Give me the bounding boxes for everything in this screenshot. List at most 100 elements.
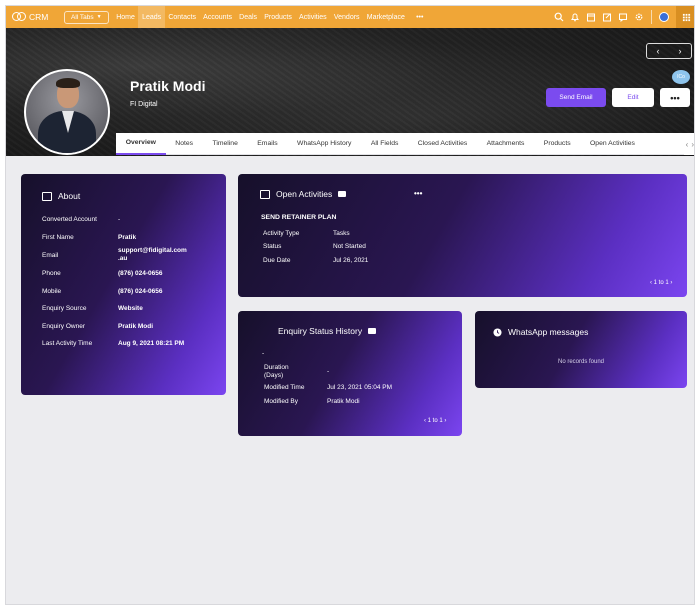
open-activities-page-range: 1 to 1: [653, 280, 669, 286]
more-actions-button[interactable]: •••: [660, 88, 690, 107]
edit-button[interactable]: Edit: [612, 88, 654, 107]
field-value-modified-time: Jul 23, 2021 05:04 PM: [327, 384, 393, 391]
nav-item-deals[interactable]: Deals: [236, 6, 261, 28]
main-nav: Home Leads Contacts Accounts Deals Produ…: [113, 6, 427, 28]
activity-fields: Activity Type Tasks Status Not Started D…: [263, 230, 463, 280]
next-record-button[interactable]: ›: [679, 46, 682, 56]
field-value-email-line2: .au: [118, 255, 128, 262]
field-value-mobile[interactable]: (876) 024-0656: [118, 288, 162, 295]
tab-all-fields[interactable]: All Fields: [361, 133, 408, 155]
nav-item-accounts[interactable]: Accounts: [200, 6, 236, 28]
field-value-enquiry-source: Website: [118, 305, 143, 312]
tab-closed-activities[interactable]: Closed Activities: [408, 133, 477, 155]
field-value-due-date: Jul 26, 2021: [333, 257, 369, 264]
calendar-icon[interactable]: [583, 6, 599, 28]
nav-item-leads[interactable]: Leads: [138, 6, 165, 28]
clock-icon: [493, 327, 502, 337]
tab-open-activities[interactable]: Open Activities: [580, 133, 644, 155]
crm-window: CRM All Tabs ▼ Home Leads Contacts Accou…: [5, 5, 695, 605]
chevron-left-icon[interactable]: ‹: [424, 418, 426, 424]
duration-label-line1: Duration: [264, 364, 289, 371]
tab-scroll-right-button[interactable]: ›: [691, 140, 694, 149]
chevron-down-icon: ▼: [96, 14, 102, 20]
field-value-first-name: Pratik: [118, 234, 137, 241]
enquiry-status-title: Enquiry Status History: [278, 326, 363, 336]
app-name: CRM: [29, 12, 49, 22]
tab-timeline[interactable]: Timeline: [203, 133, 248, 155]
activity-title[interactable]: SEND RETAINER PLAN: [261, 214, 336, 221]
search-icon[interactable]: [551, 6, 567, 28]
field-label-enquiry-owner: Enquiry Owner: [42, 323, 85, 330]
record-tabs: Overview Notes Timeline Emails WhatsApp …: [116, 133, 694, 155]
field-value-status: Not Started: [333, 243, 366, 250]
previous-record-button[interactable]: ‹: [657, 46, 660, 56]
nav-item-vendors[interactable]: Vendors: [330, 6, 363, 28]
field-label-first-name: First Name: [42, 234, 74, 241]
chevron-right-icon[interactable]: ›: [670, 280, 672, 286]
calendar-icon: [260, 189, 270, 199]
nav-more-button[interactable]: •••: [412, 6, 427, 28]
enquiry-status-page-range: 1 to 1: [427, 418, 443, 424]
about-fields: Converted Account - First Name Pratik Em…: [42, 216, 222, 395]
chevron-left-icon[interactable]: ‹: [650, 280, 652, 286]
send-email-button[interactable]: Send Email: [546, 88, 606, 107]
globe-avatar-icon[interactable]: [656, 6, 672, 28]
message-icon: [368, 328, 377, 334]
field-value-enquiry-owner: Pratik Modi: [118, 323, 154, 330]
tab-whatsapp-history[interactable]: WhatsApp History: [287, 133, 361, 155]
message-icon: [338, 191, 347, 197]
whatsapp-title: WhatsApp messages: [508, 327, 589, 337]
crm-logo-icon: [12, 12, 26, 22]
record-navigation: ‹ ›: [646, 43, 692, 59]
enquiry-status-card-title: Enquiry Status History: [278, 326, 377, 336]
field-label-enquiry-source: Enquiry Source: [42, 305, 87, 312]
crm-logo[interactable]: CRM: [12, 12, 58, 22]
field-value-phone[interactable]: (876) 024-0656: [118, 270, 162, 277]
whatsapp-card-title: WhatsApp messages: [493, 327, 588, 337]
about-card-title: About: [42, 191, 80, 201]
field-label-duration-days: Duration (Days): [264, 364, 289, 380]
open-activities-card: Open Activities ••• SEND RETAINER PLAN A…: [238, 174, 687, 297]
whatsapp-empty-state: No records found: [557, 359, 605, 365]
nav-item-products[interactable]: Products: [261, 6, 296, 28]
edit-icon[interactable]: [599, 6, 615, 28]
field-label-due-date: Due Date: [263, 257, 291, 264]
chevron-right-icon[interactable]: ›: [444, 418, 446, 424]
field-value-email[interactable]: support@fidigital.com .au: [118, 247, 187, 263]
open-activities-more-button[interactable]: •••: [414, 189, 422, 198]
field-label-last-activity-time: Last Activity Time: [42, 340, 93, 347]
enquiry-status-fields: Duration (Days) - Modified Time Jul 23, …: [264, 364, 454, 414]
field-label-phone: Phone: [42, 270, 61, 277]
topbar-tools: [551, 6, 694, 28]
open-activities-pager: ‹ 1 to 1 ›: [650, 280, 672, 286]
tab-overview[interactable]: Overview: [116, 133, 166, 155]
tab-scroll-left-button[interactable]: ‹: [686, 140, 689, 149]
field-label-email: Email: [42, 252, 59, 259]
all-tabs-dropdown[interactable]: All Tabs ▼: [64, 10, 109, 24]
nav-item-contacts[interactable]: Contacts: [165, 6, 200, 28]
nav-item-marketplace[interactable]: Marketplace: [363, 6, 408, 28]
user-badge[interactable]: ICo: [672, 70, 690, 84]
enquiry-status-dash: -: [262, 350, 265, 357]
tab-attachments[interactable]: Attachments: [477, 133, 534, 155]
chat-icon[interactable]: [615, 6, 631, 28]
nav-item-home[interactable]: Home: [113, 6, 139, 28]
enquiry-status-history-card: Enquiry Status History - Duration (Days)…: [238, 311, 462, 436]
field-value-activity-type: Tasks: [333, 230, 350, 237]
open-activities-title: Open Activities: [276, 189, 333, 199]
field-value-last-activity-time: Aug 9, 2021 08:21 PM: [118, 340, 185, 347]
record-name: Pratik Modi: [130, 78, 206, 94]
bell-icon[interactable]: [567, 6, 583, 28]
gear-icon[interactable]: [631, 6, 647, 28]
tab-emails[interactable]: Emails: [248, 133, 288, 155]
apps-grid-icon[interactable]: [676, 6, 694, 28]
record-company: FI Digital: [130, 101, 158, 108]
nav-item-activities[interactable]: Activities: [295, 6, 330, 28]
tab-products[interactable]: Products: [534, 133, 580, 155]
tab-notes[interactable]: Notes: [166, 133, 203, 155]
about-card: About Converted Account - First Name Pra…: [21, 174, 226, 395]
field-value-converted-account: -: [118, 216, 121, 223]
about-title: About: [58, 191, 81, 201]
record-tabs-bar: Overview Notes Timeline Emails WhatsApp …: [6, 133, 694, 155]
duration-label-line2: (Days): [264, 372, 284, 379]
